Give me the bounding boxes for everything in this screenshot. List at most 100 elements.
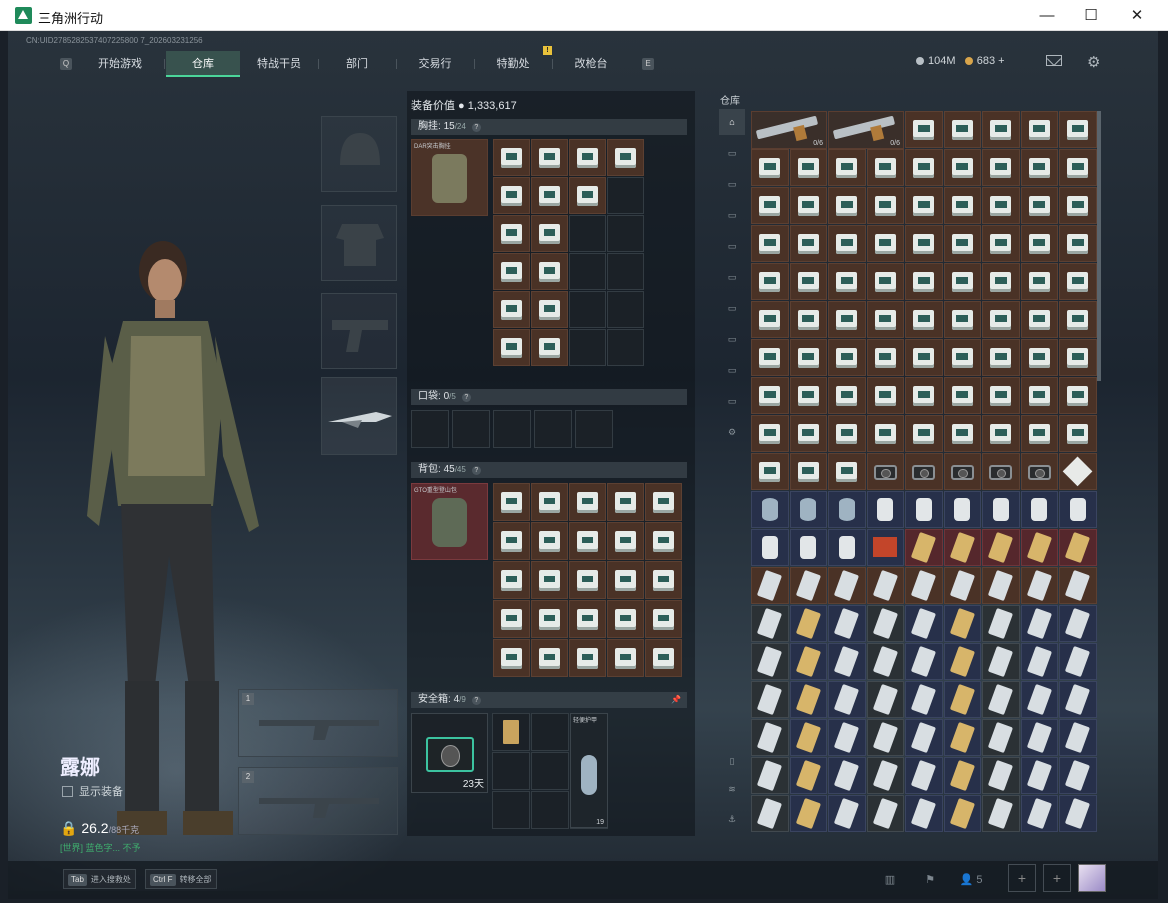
warehouse-case-cell[interactable] [828, 149, 866, 186]
chest-rig-cell[interactable] [493, 215, 530, 252]
warehouse-case-cell[interactable] [905, 339, 943, 376]
warehouse-case-cell[interactable] [789, 453, 827, 490]
tab-special-ops[interactable]: 特勤处 [476, 51, 550, 77]
backpack-cell[interactable] [607, 561, 644, 599]
warehouse-case-cell[interactable] [828, 339, 866, 376]
backpack-cell[interactable] [531, 522, 568, 560]
warehouse-key-cell[interactable] [751, 757, 789, 794]
warehouse-case-cell[interactable] [943, 187, 981, 224]
help-icon[interactable]: ? [471, 466, 481, 475]
warehouse-case-cell[interactable] [982, 111, 1020, 148]
backpack-cell[interactable] [645, 600, 682, 638]
warehouse-case-cell[interactable] [1020, 377, 1058, 414]
warehouse-key-cell[interactable] [1020, 643, 1058, 680]
warehouse-key-cell[interactable] [828, 643, 866, 680]
warehouse-key-cell[interactable] [789, 643, 827, 680]
warehouse-case-cell[interactable] [905, 415, 943, 452]
warehouse-card-cell[interactable] [789, 567, 827, 604]
invite-slot-2[interactable]: + [1043, 864, 1071, 892]
warehouse-key-cell[interactable] [905, 795, 943, 832]
warehouse-key-cell[interactable] [751, 795, 789, 832]
warehouse-case-cell[interactable] [1020, 149, 1058, 186]
chest-rig-cell[interactable] [569, 139, 606, 176]
warehouse-case-cell[interactable] [789, 415, 827, 452]
warehouse-key-cell[interactable] [1020, 795, 1058, 832]
tab-trading[interactable]: 交易行 [398, 51, 472, 77]
warehouse-case-cell[interactable] [905, 111, 943, 148]
warehouse-card-cell[interactable] [943, 567, 981, 604]
chest-rig-cell[interactable] [531, 291, 568, 328]
warehouse-key-cell[interactable] [943, 643, 981, 680]
warehouse-case-cell[interactable] [982, 301, 1020, 338]
backpack-cell[interactable] [607, 600, 644, 638]
warehouse-case-cell[interactable] [751, 225, 789, 262]
warehouse-case-cell[interactable] [789, 263, 827, 300]
warehouse-fuel-cell[interactable] [828, 491, 866, 528]
warehouse-gun-item-1[interactable]: 0/6 [751, 111, 827, 149]
warehouse-key-cell[interactable] [943, 719, 981, 756]
warehouse-case-cell[interactable] [789, 301, 827, 338]
warehouse-layers-icon[interactable]: ≋ [719, 776, 745, 802]
warehouse-tab-10[interactable]: ▭ [719, 388, 745, 414]
warehouse-tab-3[interactable]: ▭ [719, 171, 745, 197]
warehouse-key-cell[interactable] [1059, 643, 1097, 680]
warehouse-box-cell[interactable] [866, 529, 904, 566]
warehouse-case-cell[interactable] [828, 225, 866, 262]
warehouse-case-cell[interactable] [866, 377, 904, 414]
warehouse-key-cell[interactable] [943, 605, 981, 642]
warehouse-keycard-cell[interactable] [1059, 529, 1097, 566]
warehouse-fuel-cell[interactable] [943, 491, 981, 528]
warehouse-key-cell[interactable] [943, 757, 981, 794]
warehouse-case-cell[interactable] [751, 187, 789, 224]
primary-weapon-slot[interactable]: 1 [238, 689, 398, 757]
warehouse-case-cell[interactable] [982, 149, 1020, 186]
warehouse-key-cell[interactable] [828, 719, 866, 756]
warehouse-case-cell[interactable] [828, 377, 866, 414]
warehouse-key-cell[interactable] [1059, 757, 1097, 794]
warehouse-key-cell[interactable] [905, 757, 943, 794]
warehouse-case-cell[interactable] [866, 339, 904, 376]
nav-prev-key[interactable]: Q [60, 58, 72, 70]
warehouse-tab-7[interactable]: ▭ [719, 295, 745, 321]
warehouse-case-cell[interactable] [828, 263, 866, 300]
warehouse-case-cell[interactable] [866, 301, 904, 338]
help-icon[interactable]: ? [471, 123, 481, 132]
backpack-cell[interactable] [645, 561, 682, 599]
warehouse-case-cell[interactable] [866, 415, 904, 452]
backpack-cell[interactable] [493, 600, 530, 638]
nav-next-key[interactable]: E [642, 58, 654, 70]
warehouse-case-cell[interactable] [1059, 111, 1097, 148]
warehouse-tab-8[interactable]: ▭ [719, 326, 745, 352]
help-icon[interactable]: ? [471, 696, 481, 705]
safebox-armor-item[interactable]: 轻便护甲 19 [570, 713, 608, 828]
warehouse-case-cell[interactable] [828, 187, 866, 224]
warehouse-key-cell[interactable] [1020, 719, 1058, 756]
warehouse-case-cell[interactable] [982, 377, 1020, 414]
warehouse-can-cell[interactable] [751, 529, 789, 566]
safebox-cell[interactable] [492, 713, 530, 751]
warehouse-camera-cell[interactable] [905, 453, 943, 490]
warehouse-key-cell[interactable] [828, 681, 866, 718]
backpack-item[interactable]: GTO重型登山包 [411, 483, 488, 560]
chest-rig-cell[interactable] [493, 291, 530, 328]
warehouse-card-cell[interactable] [905, 567, 943, 604]
chest-rig-cell[interactable] [493, 329, 530, 366]
backpack-cell[interactable] [493, 483, 530, 521]
warehouse-case-cell[interactable] [943, 111, 981, 148]
warehouse-key-cell[interactable] [1059, 681, 1097, 718]
chest-rig-cell[interactable] [531, 139, 568, 176]
warehouse-case-cell[interactable] [982, 225, 1020, 262]
warehouse-key-cell[interactable] [905, 643, 943, 680]
warehouse-key-cell[interactable] [943, 681, 981, 718]
backpack-cell[interactable] [569, 561, 606, 599]
warehouse-case-cell[interactable] [866, 263, 904, 300]
world-chat[interactable]: [世界] 蓝色字... 不予 [60, 841, 260, 854]
warehouse-case-cell[interactable] [1059, 415, 1097, 452]
warehouse-case-cell[interactable] [905, 187, 943, 224]
pin-icon[interactable]: 📌 [671, 692, 681, 708]
chest-rig-cell[interactable] [493, 177, 530, 214]
warehouse-case-cell[interactable] [751, 453, 789, 490]
warehouse-key-cell[interactable] [866, 605, 904, 642]
warehouse-case-cell[interactable] [1020, 263, 1058, 300]
warehouse-case-cell[interactable] [905, 225, 943, 262]
